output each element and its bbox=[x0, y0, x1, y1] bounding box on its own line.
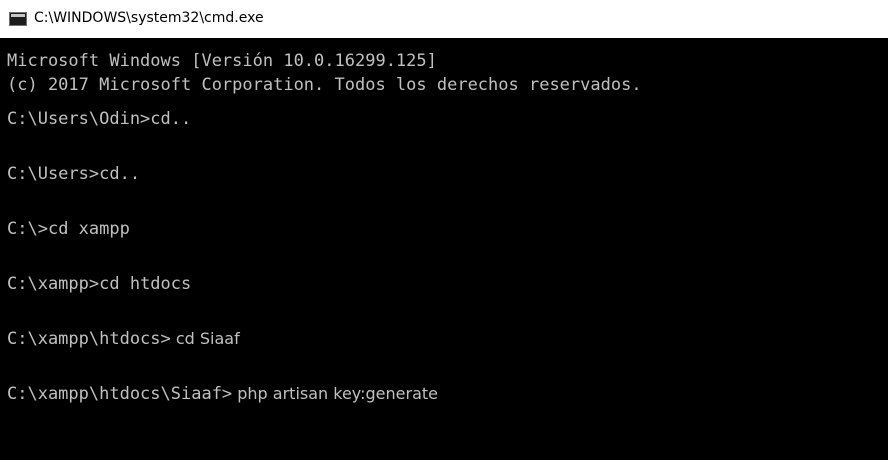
prompt-text: C:\Users\Odin> bbox=[7, 109, 151, 129]
console-header-line: Microsoft Windows [Versión 10.0.16299.12… bbox=[7, 51, 437, 71]
command-text: php artisan key:generate bbox=[232, 384, 438, 403]
console-command-line: C:\>cd xampp bbox=[7, 217, 888, 241]
prompt-text: C:\xampp\htdocs> bbox=[7, 329, 171, 349]
console-output[interactable]: Microsoft Windows [Versión 10.0.16299.12… bbox=[0, 38, 888, 460]
cmd-app-icon[interactable] bbox=[9, 12, 27, 26]
prompt-text: C:\Users> bbox=[7, 164, 100, 184]
console-command-line: C:\xampp\htdocs> cd Siaaf bbox=[7, 327, 888, 351]
console-command-line: C:\xampp\htdocs\Siaaf> php artisan key:g… bbox=[7, 382, 888, 406]
command-text: cd.. bbox=[150, 109, 192, 129]
console-command-line: C:\Users\Odin>cd.. bbox=[7, 107, 888, 131]
cmd-window: C:\WINDOWS\system32\cmd.exe Microsoft Wi… bbox=[0, 0, 888, 460]
console-command-line: C:\xampp>cd htdocs bbox=[7, 272, 888, 296]
prompt-text: C:\xampp> bbox=[7, 274, 100, 294]
console-command-line: C:\Users>cd.. bbox=[7, 162, 888, 186]
command-text: cd htdocs bbox=[99, 274, 192, 294]
command-text: cd.. bbox=[99, 164, 141, 184]
title-bar[interactable]: C:\WINDOWS\system32\cmd.exe bbox=[0, 0, 888, 36]
command-text: cd xampp bbox=[47, 219, 130, 239]
command-text: cd Siaaf bbox=[170, 329, 240, 348]
prompt-text: C:\xampp\htdocs\Siaaf> bbox=[7, 384, 233, 404]
console-header-line: (c) 2017 Microsoft Corporation. Todos lo… bbox=[7, 75, 642, 95]
prompt-text: C:\> bbox=[7, 219, 48, 239]
window-title: C:\WINDOWS\system32\cmd.exe bbox=[34, 10, 264, 26]
